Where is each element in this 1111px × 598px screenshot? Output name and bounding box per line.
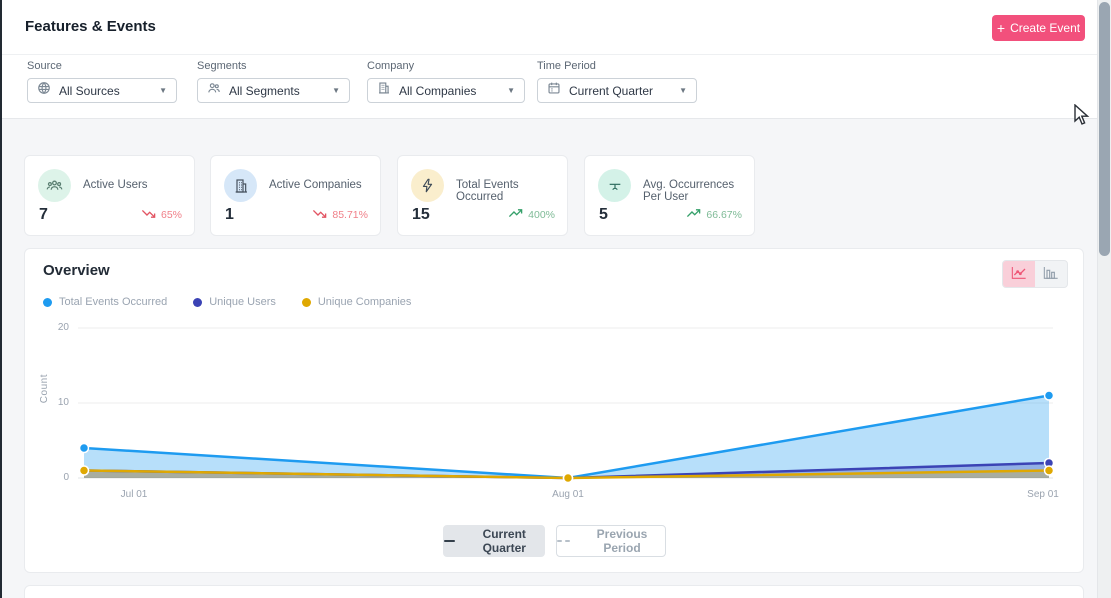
legend-dot-yellow: [302, 298, 311, 307]
trending-down-icon: [312, 208, 327, 222]
x-tick-sep: Sep 01: [1027, 489, 1059, 500]
stat-card-active-companies: Active Companies 1 85.71%: [210, 155, 381, 236]
stat-trend: 65%: [141, 208, 182, 222]
trending-up-icon: [686, 208, 701, 222]
chevron-down-icon: ▼: [332, 87, 340, 95]
legend-dot-blue: [43, 298, 52, 307]
filter-segments: Segments All Segments ▼: [197, 60, 350, 103]
chevron-down-icon: ▼: [679, 87, 687, 95]
y-tick-10: 10: [47, 397, 69, 408]
overview-title: Overview: [43, 262, 110, 279]
time-period-select[interactable]: Current Quarter ▼: [537, 78, 697, 103]
stat-value: 15: [412, 206, 430, 224]
filter-segments-label: Segments: [197, 60, 350, 72]
next-section-panel: [24, 585, 1084, 598]
plus-icon: +: [997, 21, 1005, 35]
gauge-icon: [598, 169, 631, 202]
legend-item-total-events: Total Events Occurred: [43, 296, 167, 308]
y-tick-20: 20: [47, 322, 69, 333]
time-period-value: Current Quarter: [569, 84, 671, 98]
filter-source: Source All Sources ▼: [27, 60, 177, 103]
bar-chart-icon: [1043, 266, 1059, 283]
stat-label: Active Users: [83, 179, 148, 191]
calendar-icon: [547, 81, 561, 100]
building-icon: [224, 169, 257, 202]
create-event-label: Create Event: [1010, 21, 1080, 35]
segments-select[interactable]: All Segments ▼: [197, 78, 350, 103]
chevron-down-icon: ▼: [507, 87, 515, 95]
filter-company: Company All Companies ▼: [367, 60, 525, 103]
building-icon: [377, 81, 391, 100]
chart-type-toggle: [1002, 260, 1068, 288]
stat-label: Total Events Occurred: [456, 179, 567, 203]
stat-card-active-users: Active Users 7 65%: [24, 155, 195, 236]
stat-value: 1: [225, 206, 234, 224]
y-tick-0: 0: [47, 472, 69, 483]
line-chart-toggle-button[interactable]: [1003, 261, 1035, 287]
stat-card-total-events: Total Events Occurred 15 400%: [397, 155, 568, 236]
x-tick-jul: Jul 01: [121, 489, 148, 500]
filter-company-label: Company: [367, 60, 525, 72]
bar-chart-toggle-button[interactable]: [1035, 261, 1067, 287]
solid-line-icon: [444, 540, 455, 542]
company-value: All Companies: [399, 84, 499, 98]
lightning-icon: [411, 169, 444, 202]
x-tick-aug: Aug 01: [552, 489, 584, 500]
create-event-button[interactable]: + Create Event: [992, 15, 1085, 41]
vertical-scrollbar-track[interactable]: [1097, 0, 1111, 598]
legend-item-unique-companies: Unique Companies: [302, 296, 412, 308]
overview-area-chart[interactable]: [75, 319, 1075, 489]
stat-trend: 66.67%: [686, 208, 742, 222]
company-select[interactable]: All Companies ▼: [367, 78, 525, 103]
filter-source-label: Source: [27, 60, 177, 72]
stat-trend: 400%: [508, 208, 555, 222]
users-group-icon: [38, 169, 71, 202]
segments-value: All Segments: [229, 84, 324, 98]
stat-label: Active Companies: [269, 179, 362, 191]
stat-value: 5: [599, 206, 608, 224]
dashed-line-icon: [557, 540, 570, 542]
current-quarter-button[interactable]: Current Quarter: [443, 525, 545, 557]
source-value: All Sources: [59, 84, 151, 98]
vertical-scrollbar-thumb[interactable]: [1099, 2, 1110, 256]
source-select[interactable]: All Sources ▼: [27, 78, 177, 103]
legend-dot-indigo: [193, 298, 202, 307]
top-bar: [2, 0, 1097, 55]
chevron-down-icon: ▼: [159, 87, 167, 95]
filter-time-period-label: Time Period: [537, 60, 697, 72]
overview-panel: Overview Total Events Occurred Unique Us…: [24, 248, 1084, 573]
previous-period-button[interactable]: Previous Period: [556, 525, 666, 557]
trending-up-icon: [508, 208, 523, 222]
trending-down-icon: [141, 208, 156, 222]
stat-label: Avg. Occurrences Per User: [643, 179, 754, 203]
stat-value: 7: [39, 206, 48, 224]
chart-legend: Total Events Occurred Unique Users Uniqu…: [43, 296, 411, 308]
filter-time-period: Time Period Current Quarter ▼: [537, 60, 697, 103]
stat-card-avg-occurrences: Avg. Occurrences Per User 5 66.67%: [584, 155, 755, 236]
page-title: Features & Events: [25, 18, 156, 35]
stat-trend: 85.71%: [312, 208, 368, 222]
line-chart-icon: [1011, 266, 1027, 283]
features-events-page: Features & Events + Create Event Source …: [0, 0, 1111, 598]
globe-icon: [37, 81, 51, 100]
legend-item-unique-users: Unique Users: [193, 296, 276, 308]
users-icon: [207, 81, 221, 100]
